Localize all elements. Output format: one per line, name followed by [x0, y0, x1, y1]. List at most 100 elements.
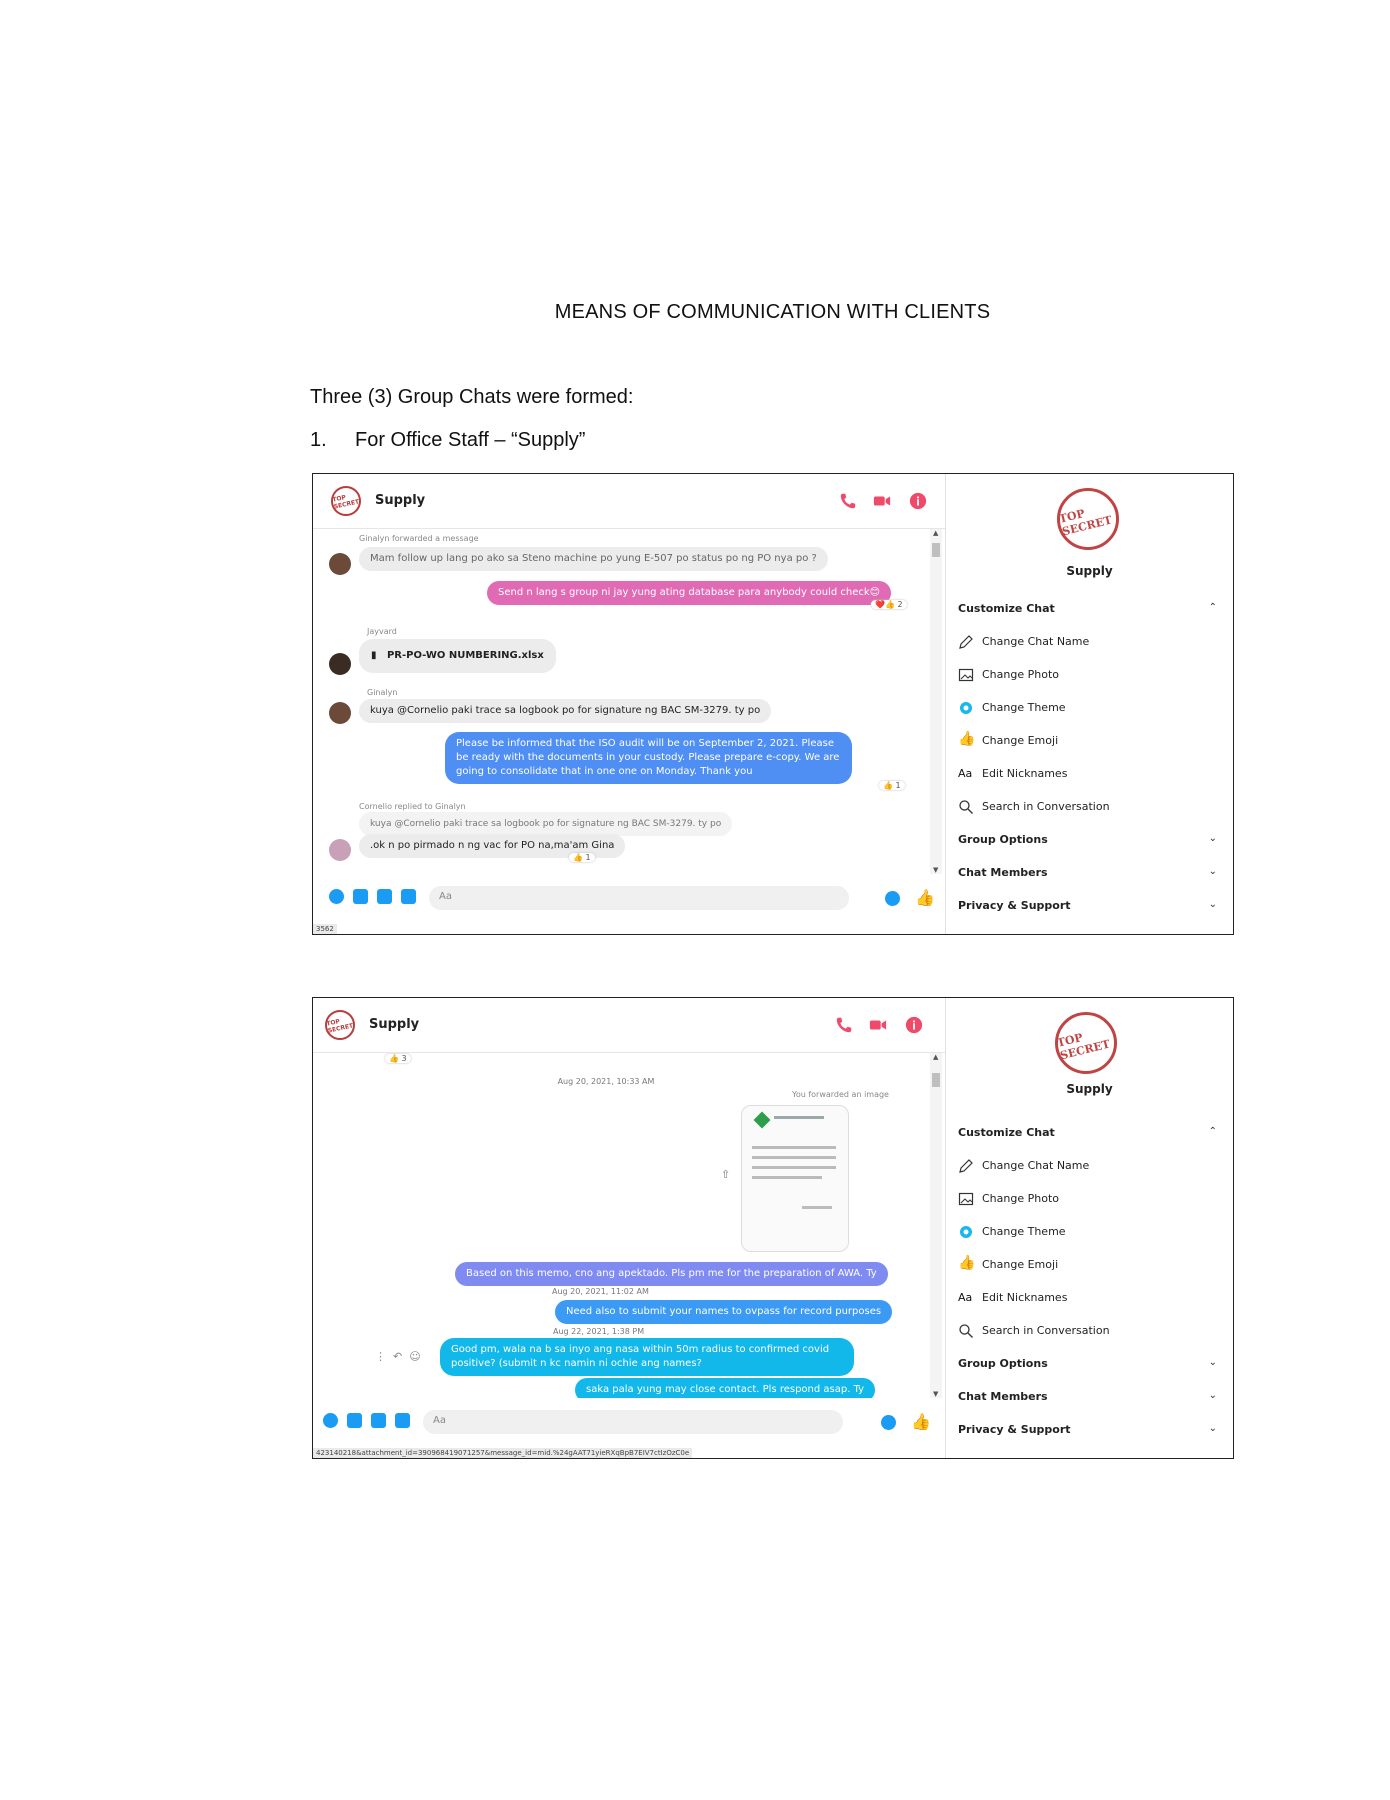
plus-icon[interactable]: [329, 889, 344, 904]
section-label: Group Options: [958, 833, 1048, 846]
change-photo-item[interactable]: Change Photo: [958, 1184, 1223, 1214]
sticker-icon[interactable]: [371, 1413, 386, 1428]
video-call-icon[interactable]: [869, 1016, 887, 1034]
image-icon: [958, 1192, 974, 1206]
message-list[interactable]: 👍 3 Aug 20, 2021, 10:33 AM You forwarded…: [313, 1053, 929, 1398]
change-emoji-item[interactable]: 👍 Change Emoji: [958, 726, 1223, 756]
edit-nicknames-item[interactable]: Aa Edit Nicknames: [958, 759, 1223, 789]
photo-icon[interactable]: [353, 889, 368, 904]
search-conversation-item[interactable]: Search in Conversation: [958, 1316, 1223, 1346]
video-call-icon[interactable]: [873, 492, 891, 510]
group-options-section[interactable]: Group Options ⌄: [958, 825, 1223, 855]
change-emoji-item[interactable]: 👍 Change Emoji: [958, 1250, 1223, 1280]
photo-icon[interactable]: [347, 1413, 362, 1428]
phone-icon[interactable]: [835, 1016, 853, 1034]
scrollbar[interactable]: ▲ ▼: [930, 529, 942, 874]
edit-nicknames-item[interactable]: Aa Edit Nicknames: [958, 1283, 1223, 1313]
memo-seal: [753, 1111, 771, 1129]
theme-icon: [960, 1226, 972, 1238]
section-label: Chat Members: [958, 866, 1048, 879]
customize-chat-section[interactable]: Customize Chat ⌃: [958, 1118, 1223, 1148]
avatar: [329, 702, 351, 724]
reaction-badge[interactable]: 👍 3: [385, 1054, 411, 1063]
sender-name: Jayvard: [367, 627, 397, 636]
reply-icon[interactable]: ↶: [393, 1350, 402, 1363]
forwarded-memo-image[interactable]: [741, 1105, 849, 1252]
menu-item-label: Change Emoji: [982, 1258, 1059, 1271]
avatar: [329, 653, 351, 675]
status-bar: 423140218&attachment_id=390968419071257&…: [313, 1448, 693, 1458]
timestamp: Aug 22, 2021, 1:38 PM: [553, 1327, 645, 1336]
file-attachment[interactable]: ▮ PR-PO-WO NUMBERING.xlsx: [359, 639, 556, 673]
group-avatar[interactable]: TOP SECRET: [331, 486, 361, 516]
scroll-up-icon[interactable]: ▲: [933, 1053, 938, 1061]
timestamp: Aug 20, 2021, 11:02 AM: [552, 1287, 649, 1296]
file-icon: ▮: [371, 650, 387, 661]
image-icon: [958, 668, 974, 682]
scrollbar[interactable]: ▲ ▼: [930, 1053, 942, 1398]
section-label: Customize Chat: [958, 602, 1055, 615]
reaction-badge[interactable]: 👍 1: [879, 781, 905, 790]
info-icon[interactable]: [905, 1016, 923, 1034]
change-theme-item[interactable]: Change Theme: [958, 693, 1223, 723]
change-chat-name-item[interactable]: Change Chat Name: [958, 1151, 1223, 1181]
scroll-down-icon[interactable]: ▼: [933, 866, 938, 874]
scroll-up-icon[interactable]: ▲: [933, 529, 938, 537]
change-chat-name-item[interactable]: Change Chat Name: [958, 627, 1223, 657]
chevron-down-icon: ⌄: [1208, 899, 1217, 910]
chat-members-section[interactable]: Chat Members ⌄: [958, 858, 1223, 888]
change-theme-item[interactable]: Change Theme: [958, 1217, 1223, 1247]
menu-item-label: Change Theme: [982, 701, 1066, 714]
message-list[interactable]: Ginalyn forwarded a message Mam follow u…: [313, 529, 929, 874]
share-icon[interactable]: ⇧: [721, 1168, 730, 1181]
chat-members-section[interactable]: Chat Members ⌄: [958, 1382, 1223, 1412]
group-options-section[interactable]: Group Options ⌄: [958, 1349, 1223, 1379]
pencil-icon: [959, 635, 973, 649]
scroll-thumb[interactable]: [932, 543, 940, 557]
group-avatar[interactable]: TOP SECRET: [325, 1010, 355, 1040]
plus-icon[interactable]: [323, 1413, 338, 1428]
message-input[interactable]: Aa: [429, 886, 849, 910]
gif-icon[interactable]: [395, 1413, 410, 1428]
section-label: Customize Chat: [958, 1126, 1055, 1139]
gif-icon[interactable]: [401, 889, 416, 904]
chat-panel: TOP SECRET Supply Ginalyn forwarded a me…: [313, 474, 946, 934]
message-bubble: Based on this memo, cno ang apektado. Pl…: [455, 1262, 888, 1286]
quoted-message: kuya @Cornelio paki trace sa logbook po …: [359, 812, 733, 836]
menu-item-label: Change Emoji: [982, 734, 1059, 747]
react-icon[interactable]: ☺: [409, 1350, 420, 1363]
info-icon[interactable]: [909, 492, 927, 510]
group-name: Supply: [1066, 564, 1113, 578]
list-item-text: For Office Staff – “Supply”: [355, 429, 586, 451]
chevron-down-icon: ⌄: [1208, 866, 1217, 877]
section-label: Privacy & Support: [958, 899, 1071, 912]
chevron-up-icon: ⌃: [1208, 1126, 1217, 1137]
like-icon[interactable]: 👍: [911, 1412, 931, 1431]
section-label: Chat Members: [958, 1390, 1048, 1403]
chat-header: TOP SECRET Supply: [313, 474, 945, 529]
message-bubble: Need also to submit your names to ovpass…: [555, 1300, 893, 1324]
sticker-icon[interactable]: [377, 889, 392, 904]
more-icon[interactable]: ⋮: [375, 1350, 386, 1363]
scroll-down-icon[interactable]: ▼: [933, 1390, 938, 1398]
privacy-support-section[interactable]: Privacy & Support ⌄: [958, 1415, 1223, 1445]
scroll-thumb[interactable]: [932, 1073, 940, 1087]
memo-line: [752, 1156, 836, 1159]
privacy-support-section[interactable]: Privacy & Support ⌄: [958, 891, 1223, 921]
emoji-icon[interactable]: [881, 1415, 896, 1430]
message-actions[interactable]: ⋮ ↶ ☺: [375, 1350, 421, 1363]
emoji-icon[interactable]: [885, 891, 900, 906]
reaction-badge[interactable]: 👍 1: [569, 853, 595, 862]
thumbs-up-icon: 👍: [958, 1255, 976, 1271]
chat-header: TOP SECRET Supply: [313, 998, 945, 1053]
message-bubble: Send n lang s group ni jay yung ating da…: [487, 581, 892, 605]
message-input[interactable]: Aa: [423, 1410, 843, 1434]
phone-icon[interactable]: [839, 492, 857, 510]
change-photo-item[interactable]: Change Photo: [958, 660, 1223, 690]
timestamp: Aug 20, 2021, 10:33 AM: [557, 1077, 655, 1086]
like-icon[interactable]: 👍: [915, 888, 935, 907]
memo-line: [774, 1116, 824, 1119]
search-conversation-item[interactable]: Search in Conversation: [958, 792, 1223, 822]
reaction-badge[interactable]: ❤️👍 2: [871, 600, 907, 609]
customize-chat-section[interactable]: Customize Chat ⌃: [958, 594, 1223, 624]
